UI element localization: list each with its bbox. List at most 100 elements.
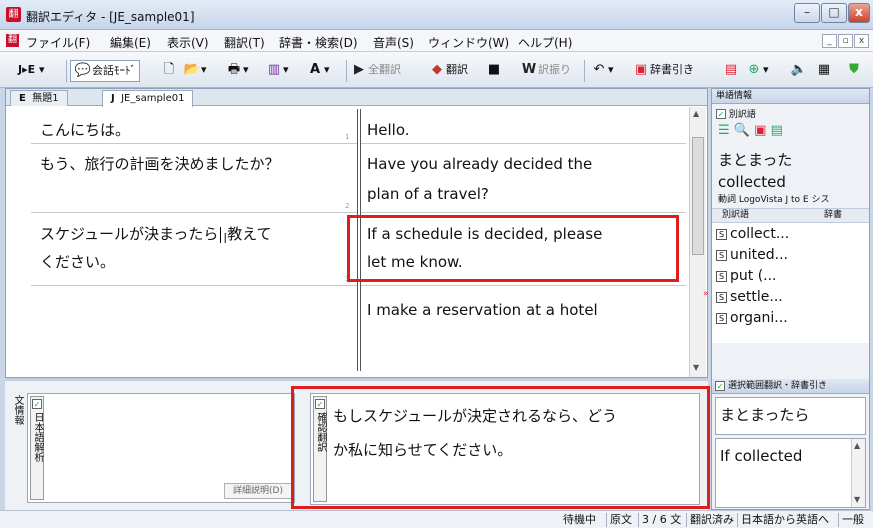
grid-button[interactable]: ▦ bbox=[815, 60, 833, 82]
target-sentence-1[interactable]: Hello. bbox=[367, 115, 410, 145]
export-button[interactable]: ▤ bbox=[722, 60, 740, 82]
detail-button[interactable]: 詳細説明(D) bbox=[224, 483, 292, 499]
register-icon[interactable]: ▤ bbox=[771, 123, 783, 138]
alt-translation-toggle[interactable]: ✓ 別訳語 bbox=[716, 107, 756, 120]
translate-all-label: 全翻訳 bbox=[368, 63, 401, 76]
list-item[interactable]: Sput (... bbox=[716, 266, 777, 287]
status-count: 3 / 6 文 bbox=[638, 513, 684, 527]
result-scrollbar[interactable]: ▲ ▼ bbox=[851, 439, 865, 507]
source-text: スケジュールが決まったら bbox=[40, 225, 219, 243]
print-button[interactable]: 🖶 ▾ bbox=[225, 60, 249, 82]
translate-label: 翻訳 bbox=[446, 63, 468, 76]
speaker-icon: 🔈 bbox=[790, 62, 808, 77]
new-document-icon: 🗋 bbox=[163, 62, 175, 77]
close-button[interactable]: x bbox=[848, 3, 870, 23]
translate-button[interactable]: ◆ 翻訳 bbox=[428, 60, 468, 82]
menu-voice[interactable]: 音声(S) bbox=[373, 34, 414, 51]
columns-icon: ▥ bbox=[267, 62, 281, 77]
menu-help[interactable]: ヘルプ(H) bbox=[518, 34, 572, 51]
row-divider bbox=[361, 143, 686, 144]
shield-icon: ⛊ bbox=[849, 62, 859, 77]
selection-result-box[interactable]: If collected ▲ ▼ bbox=[715, 438, 866, 508]
scroll-down-icon[interactable]: ▼ bbox=[693, 363, 699, 372]
menu-translate[interactable]: 翻訳(T) bbox=[224, 34, 265, 51]
add-word-icon[interactable]: ☰ bbox=[718, 123, 730, 138]
window-title: 翻訳エディタ - [JE_sample01] bbox=[26, 10, 195, 24]
dictionary-lookup-button[interactable]: ▣ 辞書引き bbox=[632, 60, 694, 82]
translated-word: collected bbox=[718, 173, 786, 191]
menu-dictionary[interactable]: 辞書・検索(D) bbox=[279, 34, 358, 51]
japanese-analysis-tab[interactable]: ✓ 日本語解析 bbox=[30, 396, 44, 500]
shield-button[interactable]: ⛊ bbox=[845, 60, 863, 82]
dictionary-icon[interactable]: ▣ bbox=[754, 123, 766, 138]
mdi-close-button[interactable]: x bbox=[854, 34, 869, 48]
web-button[interactable]: ⊕ ▾ bbox=[745, 60, 769, 82]
scroll-thumb[interactable] bbox=[692, 137, 704, 255]
editor-panel: E 無題1 J JE_sample01 こんにちは。 Hello. 1 もう、旅… bbox=[5, 88, 708, 378]
printer-icon: 🖶 bbox=[227, 62, 241, 77]
checkbox-icon[interactable]: ✓ bbox=[716, 109, 726, 119]
selection-source[interactable]: まとまったら bbox=[715, 397, 866, 435]
stop-icon: ■ bbox=[487, 62, 501, 77]
list-item[interactable]: Ssettle... bbox=[716, 287, 783, 308]
open-button[interactable]: 📂▾ bbox=[183, 60, 207, 82]
speak-button[interactable]: 🔈 bbox=[790, 60, 808, 82]
list-item[interactable]: Sunited... bbox=[716, 245, 788, 266]
tab-untitled[interactable]: E 無題1 bbox=[10, 90, 68, 106]
source-sentence-2[interactable]: もう、旅行の計画を決めましたか？ bbox=[40, 149, 280, 179]
status-source: 原文 bbox=[606, 513, 635, 527]
menu-edit[interactable]: 編集(E) bbox=[110, 34, 151, 51]
dictionary-icon: ▣ bbox=[634, 62, 648, 77]
mdi-minimize-button[interactable]: _ bbox=[822, 34, 837, 48]
expand-arrow-icon[interactable]: » bbox=[703, 289, 709, 299]
japanese-analysis-label: 日本語解析 bbox=[32, 412, 43, 462]
text-cursor bbox=[220, 226, 222, 243]
layout-button[interactable]: ▥ ▾ bbox=[265, 60, 289, 82]
scroll-up-icon[interactable]: ▲ bbox=[693, 109, 699, 118]
toolbar-separator bbox=[584, 60, 585, 82]
status-mode: 一般 bbox=[838, 513, 867, 527]
highlight-box bbox=[291, 386, 710, 509]
target-sentence-2-line2[interactable]: plan of a travel? bbox=[367, 179, 489, 209]
direction-toggle[interactable]: J▸E ▾ bbox=[18, 60, 45, 82]
row-number: 2 bbox=[345, 202, 350, 210]
new-button[interactable]: 🗋 bbox=[160, 60, 178, 82]
list-item[interactable]: Scollect... bbox=[716, 224, 789, 245]
vertical-scrollbar[interactable]: ▲ ▼ bbox=[689, 107, 706, 377]
tab-prefix: E bbox=[19, 93, 26, 104]
source-sentence-3-line2[interactable]: ください。 bbox=[40, 247, 115, 277]
retranslate-button[interactable]: W 訳振り bbox=[520, 60, 571, 82]
translate-all-button[interactable]: ▶ 全翻訳 bbox=[350, 60, 401, 82]
alt-word: organi... bbox=[730, 310, 788, 326]
conversation-mode-button[interactable]: 💬会話ﾓｰﾄﾞ bbox=[70, 60, 140, 82]
target-sentence-2-line1[interactable]: Have you already decided the bbox=[367, 149, 592, 179]
status-direction: 日本語から英語へ bbox=[737, 513, 832, 527]
mdi-restore-button[interactable]: ▫ bbox=[838, 34, 853, 48]
conversation-mode-label: 会話ﾓｰﾄﾞ bbox=[92, 64, 136, 77]
highlight-box bbox=[347, 215, 679, 282]
checkbox-icon[interactable]: ✓ bbox=[715, 381, 725, 391]
font-button[interactable]: A ▾ bbox=[306, 60, 330, 82]
stop-button[interactable]: ■ bbox=[485, 60, 503, 82]
menu-view[interactable]: 表示(V) bbox=[167, 34, 209, 51]
checkbox-icon[interactable]: ✓ bbox=[32, 399, 42, 409]
maximize-button[interactable]: □ bbox=[821, 3, 847, 23]
doc-info-tab[interactable]: 文情報 bbox=[10, 393, 24, 493]
menu-window[interactable]: ウィンドウ(W) bbox=[428, 34, 509, 51]
tab-je-sample01[interactable]: J JE_sample01 bbox=[102, 90, 194, 107]
undo-icon: ↶ bbox=[593, 62, 605, 77]
target-sentence-4[interactable]: I make a reservation at a hotel bbox=[367, 295, 598, 325]
source-sentence-1[interactable]: こんにちは。 bbox=[40, 115, 130, 145]
status-translated: 翻訳済み bbox=[686, 513, 737, 527]
scroll-down-icon[interactable]: ▼ bbox=[854, 495, 860, 504]
undo-button[interactable]: ↶ ▾ bbox=[590, 60, 614, 82]
list-item[interactable]: Sorgani... bbox=[716, 308, 788, 329]
menu-file[interactable]: ファイル(F) bbox=[26, 34, 90, 51]
scroll-up-icon[interactable]: ▲ bbox=[854, 441, 860, 450]
row-number: 1 bbox=[345, 133, 350, 141]
minimize-button[interactable]: – bbox=[794, 3, 820, 23]
toolbar-separator bbox=[346, 60, 347, 82]
document-icon[interactable]: 翻 bbox=[6, 34, 19, 47]
row-divider bbox=[361, 285, 686, 286]
find-icon[interactable]: 🔍 bbox=[734, 123, 750, 138]
